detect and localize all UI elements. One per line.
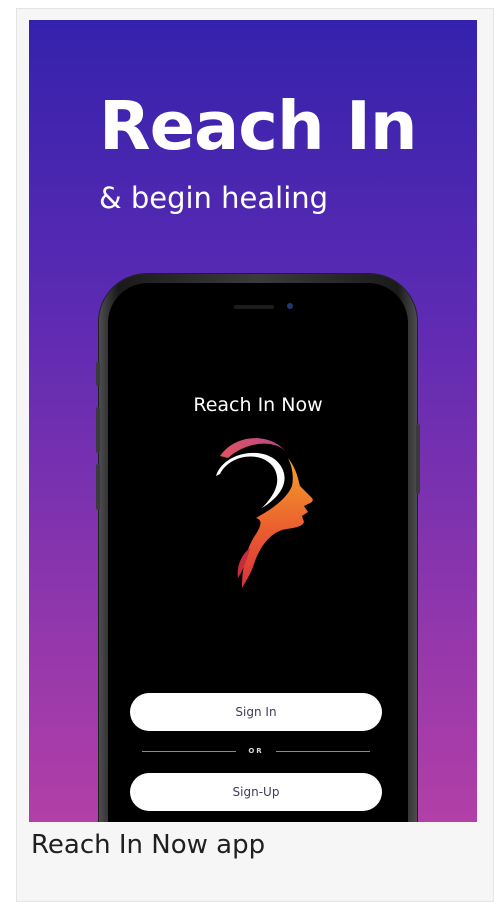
head-profile-logo-icon [216, 438, 313, 588]
phone-power-button [416, 424, 420, 494]
promo-image: Reach In & begin healing Reach In Now Si… [29, 20, 477, 822]
hero-title: Reach In [99, 87, 418, 165]
phone-speaker [234, 305, 274, 309]
sign-in-button[interactable]: Sign In [130, 693, 382, 731]
app-name: Reach In Now [193, 394, 323, 416]
phone-mockup: Reach In Now Sign In OR Sign-Up [96, 274, 420, 822]
hero-subtitle: & begin healing [99, 181, 329, 215]
divider-line-right [275, 750, 370, 752]
divider-line-left [142, 750, 237, 752]
divider-or-label: OR [248, 747, 264, 755]
sign-up-button[interactable]: Sign-Up [130, 773, 382, 811]
phone-screen: Reach In Now Sign In OR Sign-Up [108, 283, 408, 822]
phone-mute-switch [96, 362, 100, 386]
phone-volume-up-button [96, 407, 100, 453]
or-divider: OR [142, 745, 370, 757]
image-caption: Reach In Now app [31, 830, 266, 860]
phone-volume-down-button [96, 464, 100, 510]
phone-camera [287, 303, 293, 309]
